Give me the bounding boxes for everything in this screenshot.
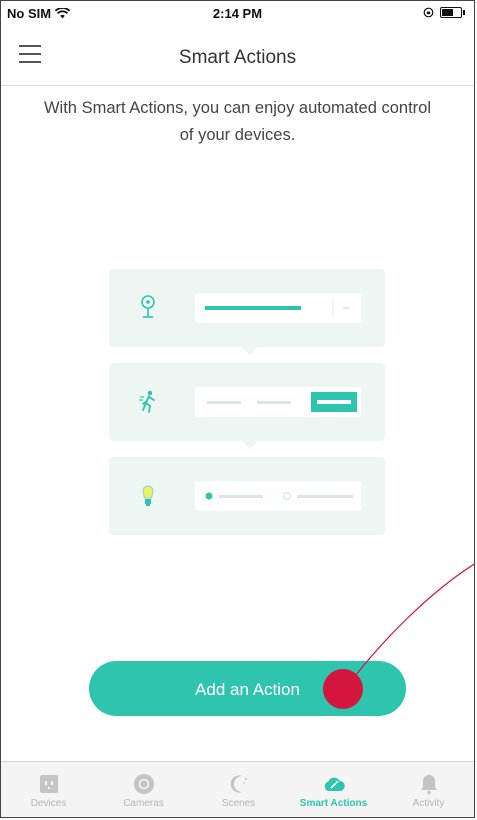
bulb-icon — [142, 485, 154, 506]
page-title: Smart Actions — [178, 47, 297, 68]
illustration-card-bulb — [109, 457, 385, 535]
camera-icon — [141, 295, 155, 318]
bell-icon — [421, 775, 437, 795]
status-time: 2:14 PM — [212, 6, 263, 21]
tab-label: Devices — [30, 798, 67, 809]
battery-level — [442, 9, 454, 16]
illustration-card-motion — [109, 363, 385, 449]
battery-icon — [440, 7, 465, 18]
switch-graphic — [207, 392, 357, 412]
tab-label: Smart Actions — [299, 798, 368, 809]
tab-bar: Devices Cameras Scenes Smart Actions Act… — [1, 761, 474, 817]
plug-icon — [40, 775, 58, 793]
app-screen: No SIM 2:14 PM Smart Actions With Smart … — [0, 0, 475, 818]
intro-text: With Smart Actions, you can enjoy automa… — [43, 99, 432, 144]
rotation-lock-icon — [423, 7, 434, 18]
tab-label: Cameras — [123, 798, 164, 809]
tab-label: Activity — [412, 798, 445, 809]
motion-icon — [139, 390, 155, 413]
card-connector — [241, 346, 259, 355]
radio-graphic — [205, 491, 353, 501]
tab-smart-actions[interactable]: Smart Actions — [286, 762, 381, 817]
tab-cameras[interactable]: Cameras — [96, 762, 191, 817]
status-bar: No SIM 2:14 PM — [1, 1, 474, 29]
switch-widget — [195, 387, 361, 417]
touch-indicator — [323, 669, 363, 709]
illustration-card-camera — [109, 269, 385, 355]
radio-widget — [195, 481, 361, 511]
tab-label: Scenes — [221, 798, 256, 809]
dropdown-widget — [195, 293, 361, 323]
cloud-wand-icon — [324, 777, 345, 791]
tab-scenes[interactable]: Scenes — [191, 762, 286, 817]
tab-devices[interactable]: Devices — [1, 762, 96, 817]
moon-icon — [230, 775, 247, 793]
camera-lens-icon — [134, 774, 154, 794]
dropdown-graphic — [205, 298, 349, 318]
card-connector — [241, 440, 259, 449]
status-right — [423, 7, 465, 18]
smart-actions-illustration — [109, 269, 387, 535]
tab-activity[interactable]: Activity — [381, 762, 474, 817]
nav-bar: Smart Actions — [1, 29, 474, 86]
